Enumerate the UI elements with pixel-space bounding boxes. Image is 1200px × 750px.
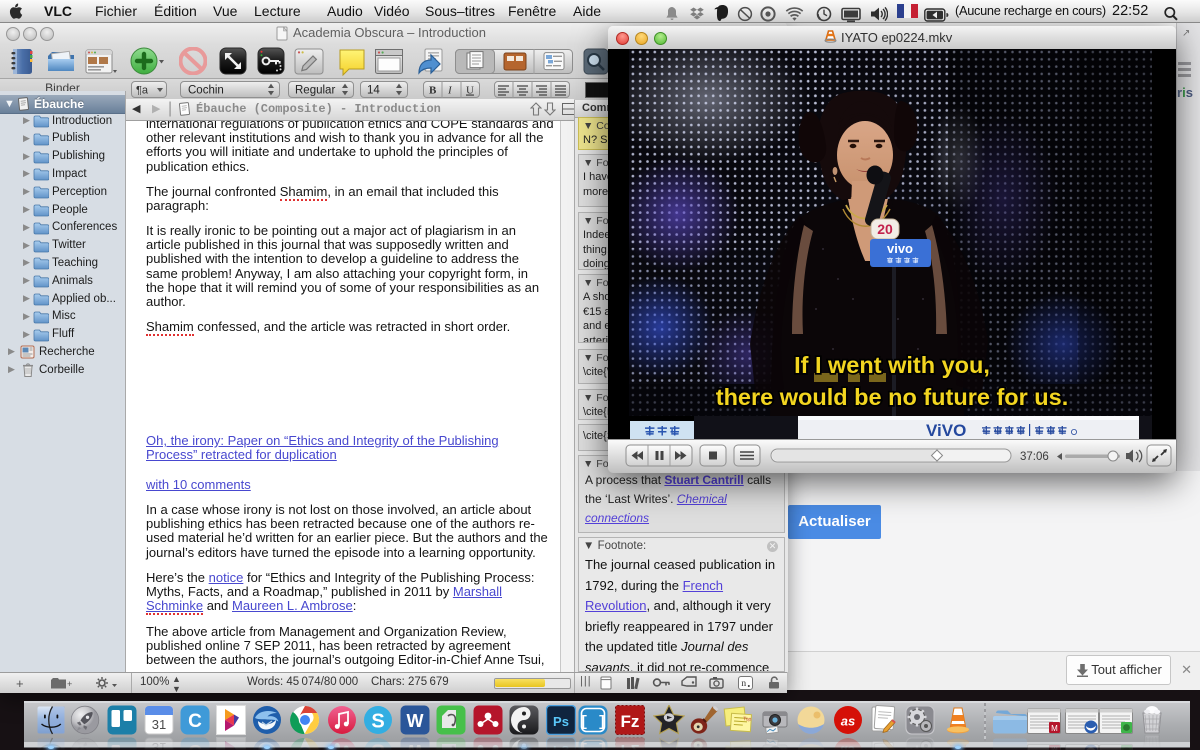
svg-text:M: M — [1051, 724, 1058, 733]
svg-text:Ps: Ps — [553, 714, 569, 729]
svg-text:[ ]: [ ] — [579, 714, 606, 731]
svg-text:Regular: Regular — [295, 85, 335, 97]
svg-text:W: W — [407, 711, 424, 731]
svg-text:Top: Top — [743, 716, 752, 723]
svg-text:S: S — [371, 711, 384, 733]
svg-text:C: C — [188, 711, 202, 732]
svg-text:20: 20 — [877, 221, 893, 237]
svg-text:37:06: 37:06 — [1020, 451, 1049, 463]
svg-text:If I went with you,: If I went with you, — [794, 352, 990, 378]
svg-text:31: 31 — [152, 717, 166, 732]
svg-text:Fz: Fz — [621, 712, 640, 731]
svg-text:B: B — [429, 85, 437, 97]
svg-text:14: 14 — [367, 85, 380, 97]
svg-text:there would be no future for u: there would be no future for us. — [716, 384, 1069, 410]
svg-text:¶a: ¶a — [136, 85, 149, 97]
svg-text:as: as — [841, 714, 855, 729]
svg-text:vivo: vivo — [887, 241, 913, 256]
svg-text:ViVO: ViVO — [926, 421, 966, 439]
svg-text:U: U — [466, 85, 474, 97]
svg-text:+: + — [67, 679, 72, 689]
svg-text:Cochin: Cochin — [188, 85, 224, 97]
svg-text:n: n — [741, 679, 746, 689]
